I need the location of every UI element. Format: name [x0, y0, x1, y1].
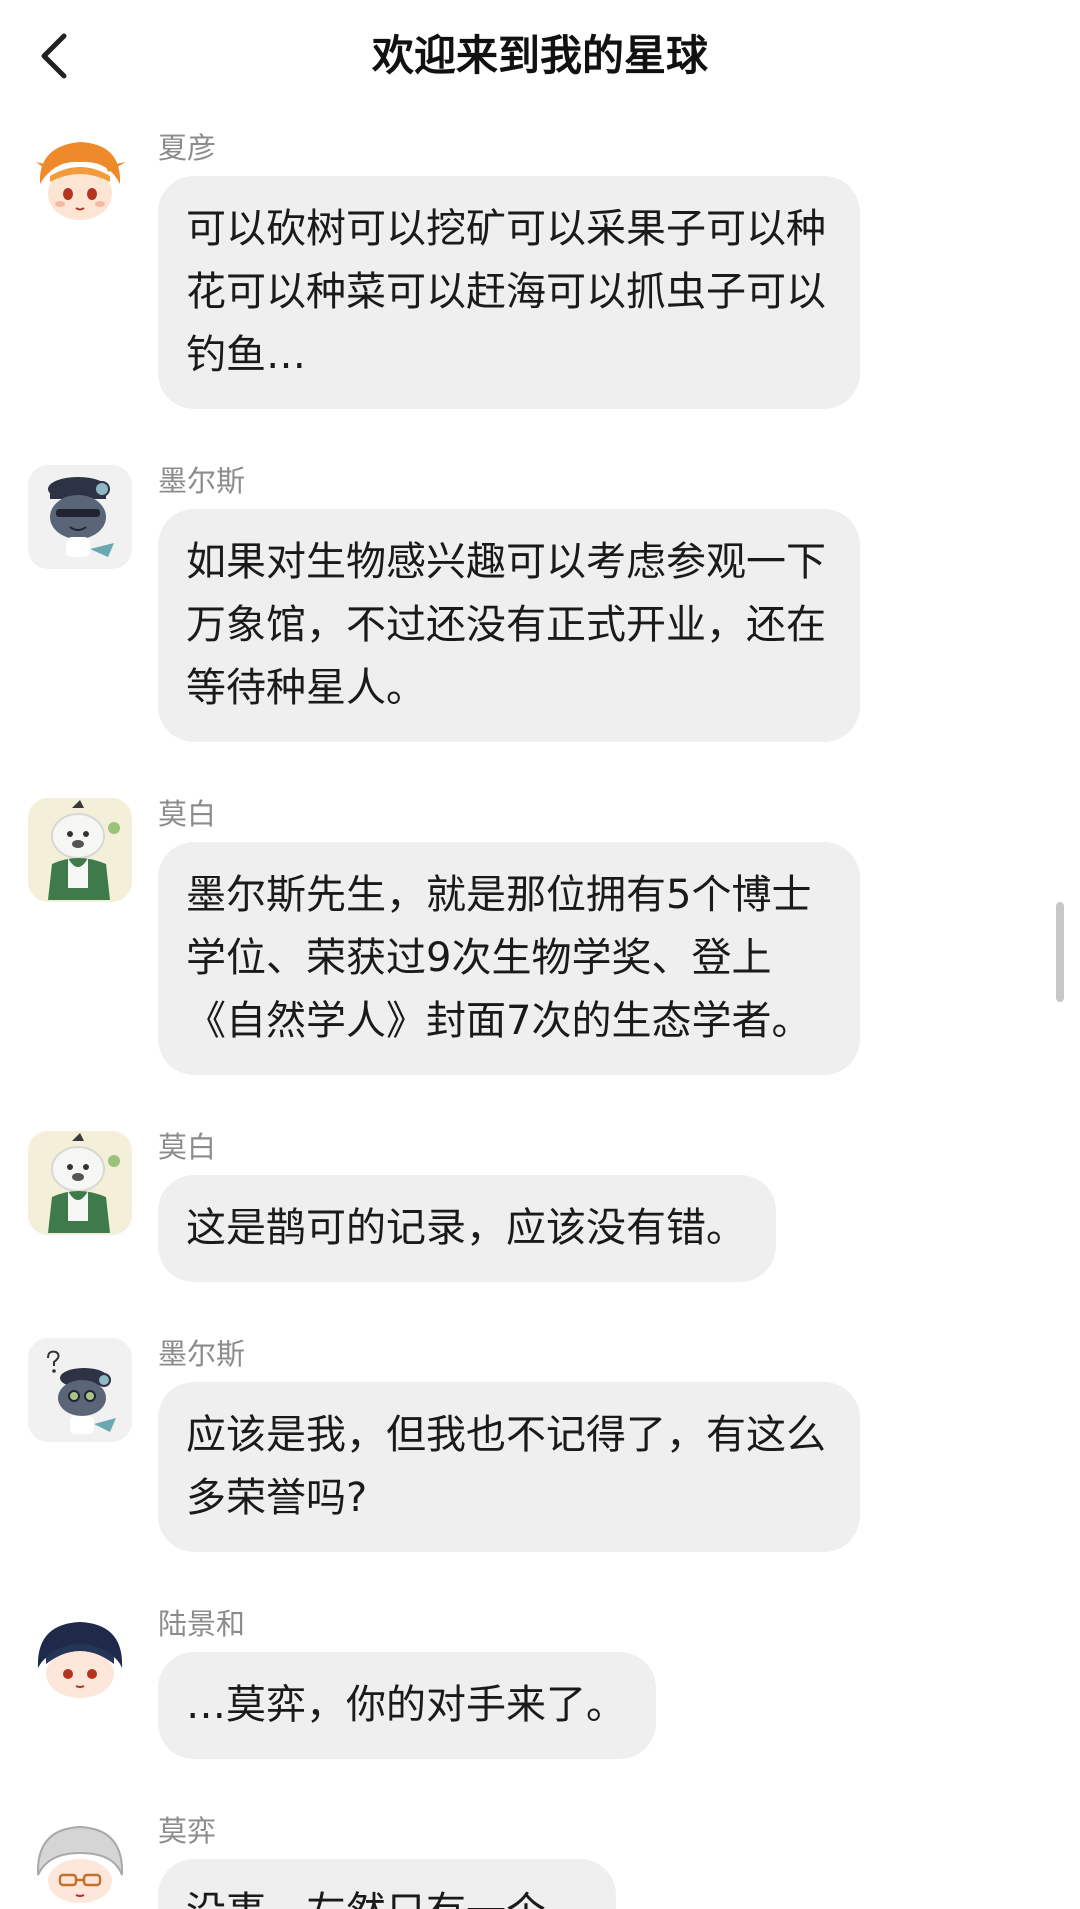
sea-creature-avatar-icon	[28, 465, 132, 569]
sender-name: 墨尔斯	[158, 464, 246, 498]
message-bubble[interactable]: 这是鹊可的记录，应该没有错。	[158, 1175, 776, 1282]
silver-hair-glasses-avatar-icon	[28, 1815, 132, 1909]
message-bubble[interactable]: …莫弈，你的对手来了。	[158, 1652, 656, 1759]
chat-message: 墨尔斯 如果对生物感兴趣可以考虑参观一下万象馆，不过还没有正式开业，还在等待种星…	[0, 445, 1080, 742]
chat-message: 夏彦 可以砍树可以挖矿可以采果子可以种花可以种菜可以赶海可以抓虫子可以钓鱼…	[0, 112, 1080, 409]
confused-sea-creature-avatar-icon	[28, 1338, 132, 1442]
avatar[interactable]	[28, 465, 132, 569]
sender-name: 莫弈	[158, 1814, 217, 1848]
message-bubble[interactable]: 应该是我，但我也不记得了，有这么多荣誉吗?	[158, 1382, 860, 1552]
chat-message: 墨尔斯 应该是我，但我也不记得了，有这么多荣誉吗?	[0, 1318, 1080, 1552]
chat-message: 莫弈 没事，左然只有一个。	[0, 1795, 1080, 1909]
avatar[interactable]	[28, 1815, 132, 1909]
top-bar: 欢迎来到我的星球	[0, 0, 1080, 112]
avatar[interactable]	[28, 798, 132, 902]
orange-hair-avatar-icon	[28, 132, 132, 236]
avatar[interactable]	[28, 132, 132, 236]
sender-name: 莫白	[158, 797, 217, 831]
scrollbar[interactable]	[1056, 902, 1064, 1002]
page-title: 欢迎来到我的星球	[371, 31, 708, 80]
avatar[interactable]	[28, 1131, 132, 1235]
sender-name: 墨尔斯	[158, 1337, 246, 1371]
sender-name: 莫白	[158, 1130, 217, 1164]
dark-hair-avatar-icon	[28, 1608, 132, 1712]
message-bubble[interactable]: 如果对生物感兴趣可以考虑参观一下万象馆，不过还没有正式开业，还在等待种星人。	[158, 509, 860, 742]
avatar[interactable]	[28, 1338, 132, 1442]
message-bubble[interactable]: 没事，左然只有一个。	[158, 1859, 616, 1909]
avatar[interactable]	[28, 1608, 132, 1712]
message-bubble[interactable]: 墨尔斯先生，就是那位拥有5个博士学位、荣获过9次生物学奖、登上《自然学人》封面7…	[158, 842, 860, 1075]
chat-message: 陆景和 …莫弈，你的对手来了。	[0, 1588, 1080, 1759]
white-bear-avatar-icon	[28, 1131, 132, 1235]
sender-name: 夏彦	[158, 131, 217, 165]
chat-list[interactable]: 夏彦 可以砍树可以挖矿可以采果子可以种花可以种菜可以赶海可以抓虫子可以钓鱼… 墨…	[0, 112, 1080, 1909]
white-bear-avatar-icon	[28, 798, 132, 902]
chat-message: 莫白 这是鹊可的记录，应该没有错。	[0, 1111, 1080, 1282]
message-bubble[interactable]: 可以砍树可以挖矿可以采果子可以种花可以种菜可以赶海可以抓虫子可以钓鱼…	[158, 176, 860, 409]
sender-name: 陆景和	[158, 1607, 246, 1641]
chat-message: 莫白 墨尔斯先生，就是那位拥有5个博士学位、荣获过9次生物学奖、登上《自然学人》…	[0, 778, 1080, 1075]
